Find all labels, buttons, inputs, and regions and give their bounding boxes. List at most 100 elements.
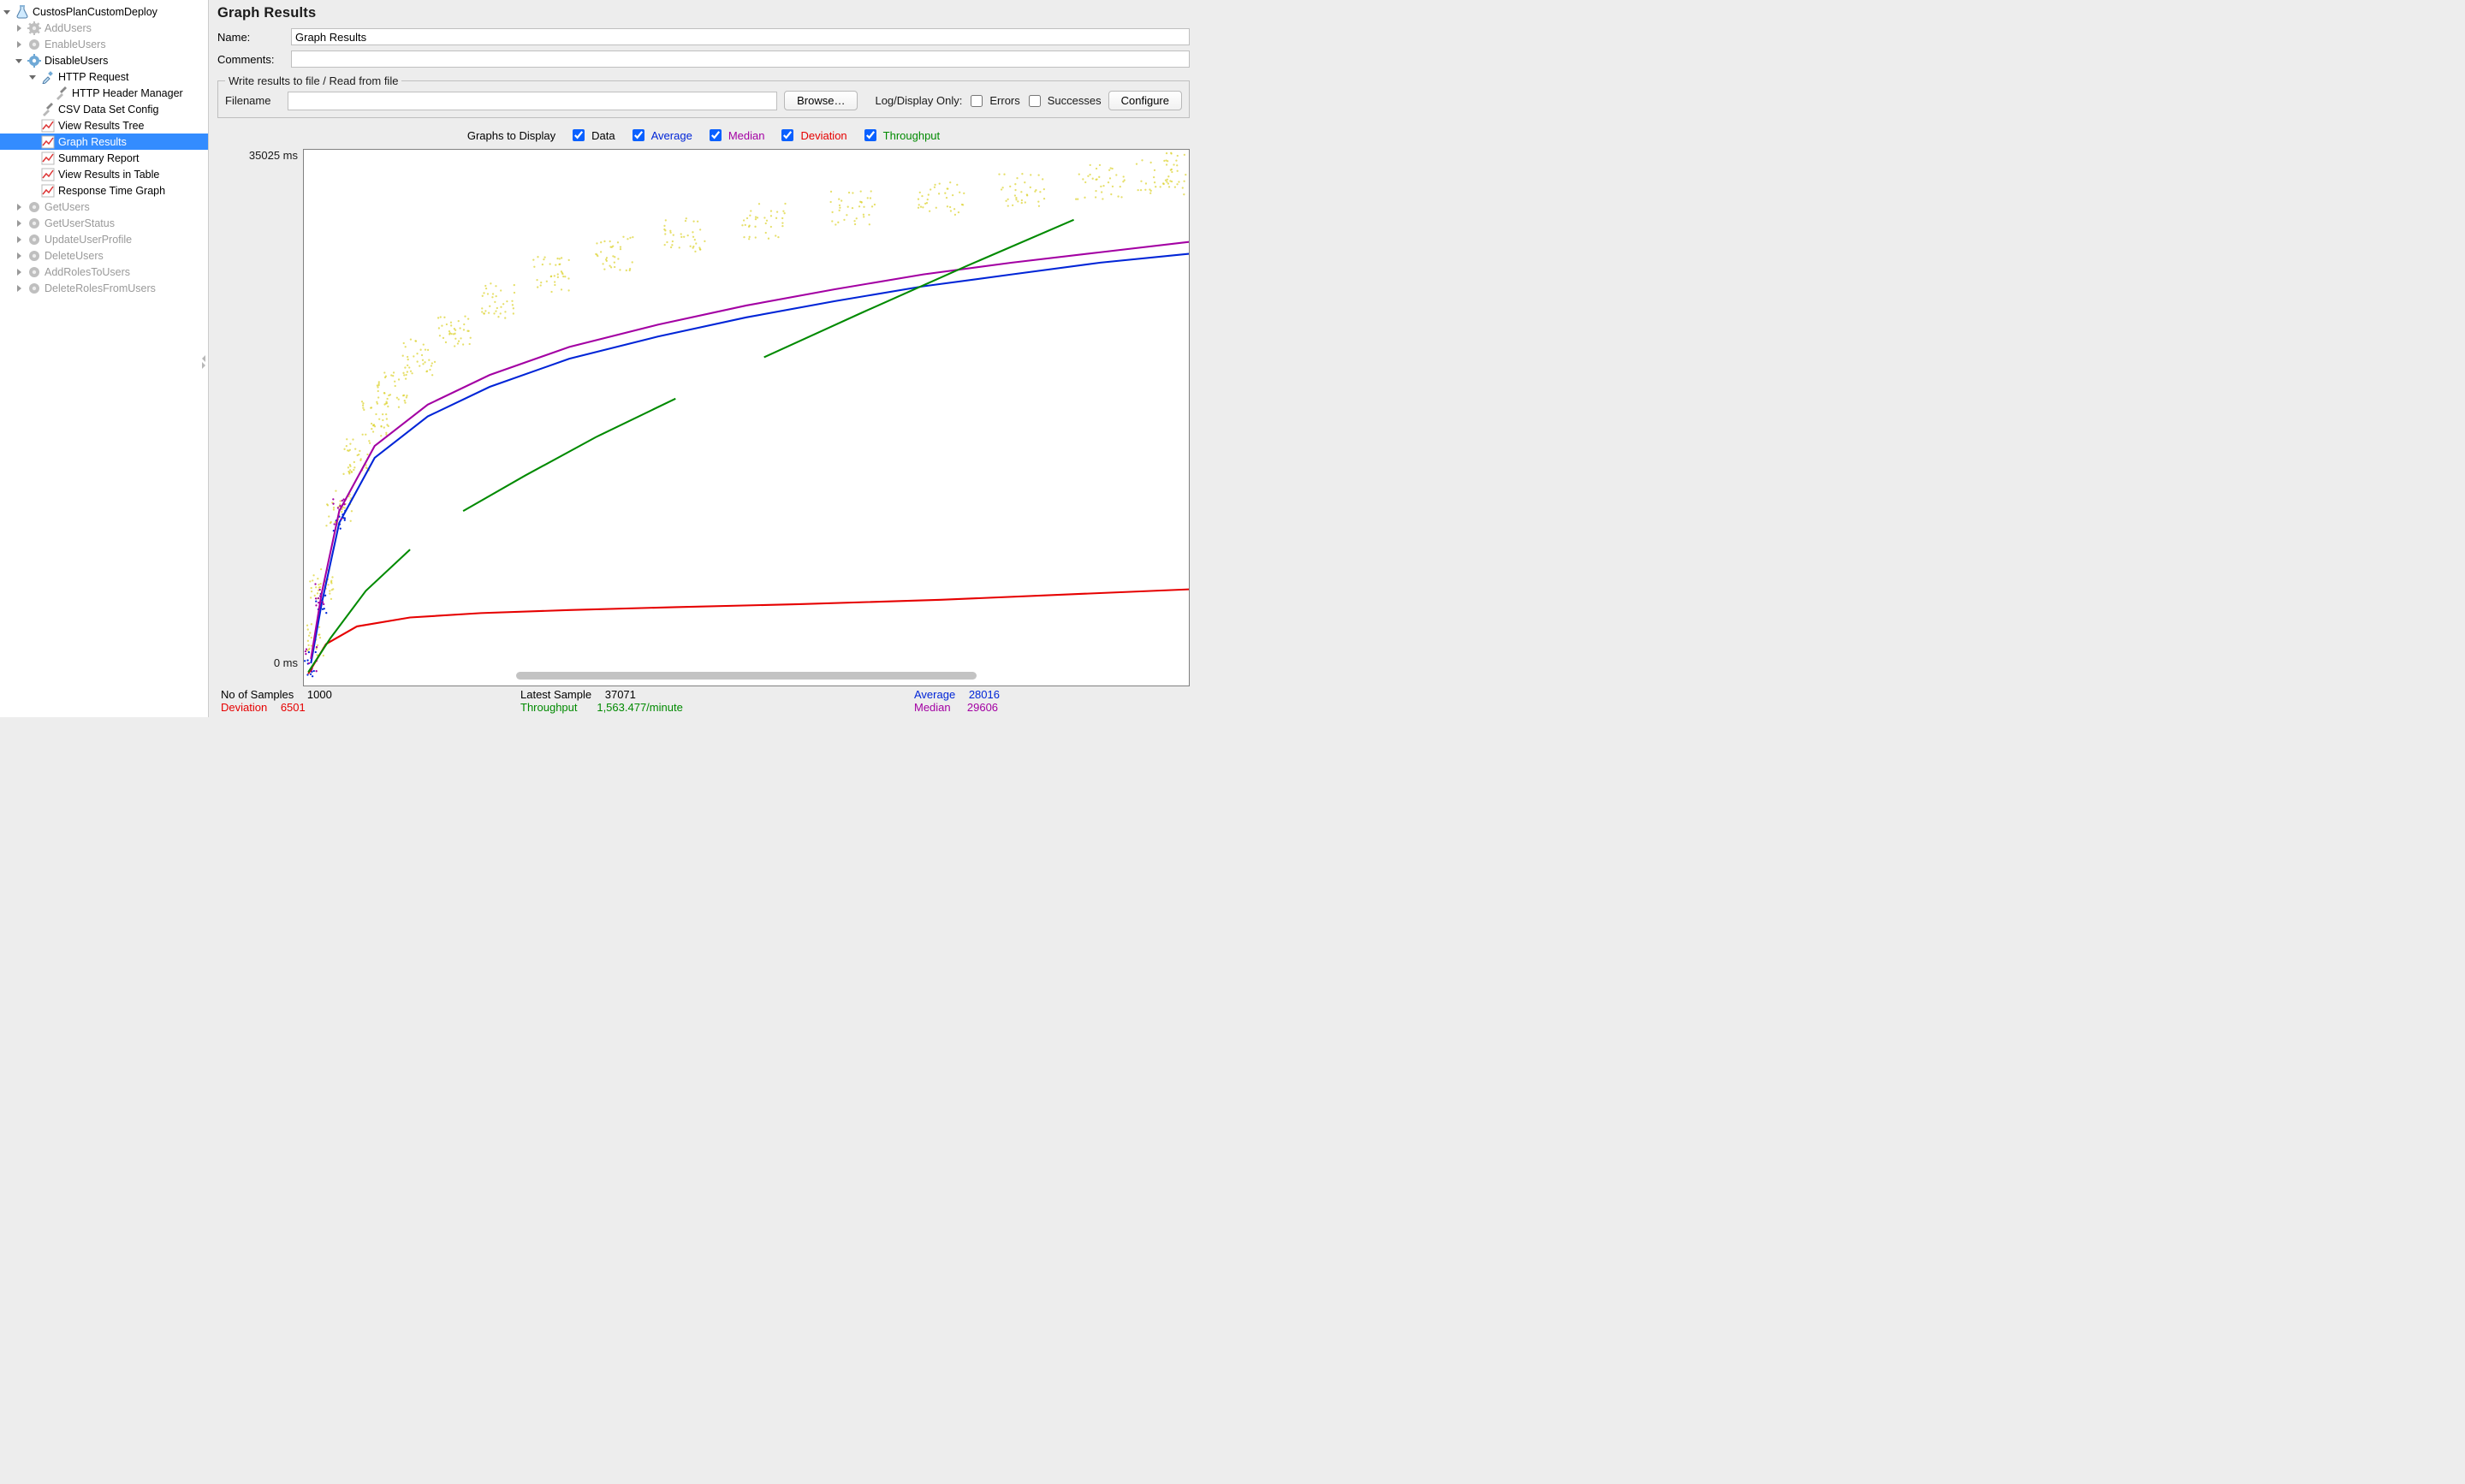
latest-v: 37071 [605, 688, 636, 701]
gear-icon [27, 282, 42, 295]
throughput-v: 1,563.477/minute [597, 701, 682, 714]
comments-label: Comments: [217, 53, 284, 66]
splitter-handle[interactable] [202, 355, 209, 369]
tree-label: View Results in Table [58, 169, 206, 181]
tree-response-time-graph[interactable]: Response Time Graph [0, 182, 208, 199]
tree-disable-users[interactable]: DisableUsers [0, 52, 208, 68]
tree-label: DeleteRolesFromUsers [45, 282, 206, 294]
median-k: Median [914, 701, 951, 714]
tree-graph-results[interactable]: Graph Results [0, 134, 208, 150]
browse-button[interactable]: Browse… [784, 91, 858, 110]
name-input[interactable] [291, 28, 1190, 45]
chart-icon [40, 119, 56, 133]
horizontal-scrollbar[interactable] [304, 672, 1189, 682]
latest-k: Latest Sample [520, 688, 591, 701]
tree-http-header-mgr[interactable]: HTTP Header Manager [0, 85, 208, 101]
chevron-right-icon[interactable] [14, 267, 24, 277]
name-label: Name: [217, 31, 284, 44]
plot-area[interactable] [303, 149, 1190, 686]
tree-update-user-profile[interactable]: UpdateUserProfile [0, 231, 208, 247]
name-row: Name: [217, 28, 1190, 45]
panel-title: Graph Results [217, 5, 1190, 21]
app-root: CustosPlanCustomDeploy AddUsers [0, 0, 1198, 717]
y-axis: 35025 ms 0 ms [217, 149, 303, 686]
tree-label: UpdateUserProfile [45, 234, 206, 246]
chevron-down-icon[interactable] [14, 56, 24, 66]
main-panel: Graph Results Name: Comments: Write resu… [209, 0, 1198, 717]
errors-checkbox[interactable]: Errors [967, 92, 1019, 110]
check-average[interactable]: Average [629, 127, 692, 144]
chevron-right-icon[interactable] [14, 23, 24, 33]
average-v: 28016 [969, 688, 1000, 701]
chart-area: 35025 ms 0 ms [217, 149, 1190, 686]
tree-label: View Results Tree [58, 120, 206, 132]
gear-icon [27, 249, 42, 263]
chevron-right-icon[interactable] [14, 218, 24, 229]
errors-label: Errors [989, 94, 1019, 107]
tree-root[interactable]: CustosPlanCustomDeploy [0, 3, 208, 20]
filename-input[interactable] [288, 92, 777, 110]
tree-label: DeleteUsers [45, 250, 206, 262]
filename-label: Filename [225, 94, 281, 107]
tree-label: DisableUsers [45, 55, 206, 67]
comments-row: Comments: [217, 50, 1190, 68]
logdisp-label: Log/Display Only: [875, 94, 962, 107]
deviation-k: Deviation [221, 701, 267, 714]
gear-icon [27, 265, 42, 279]
tree-view-results-tree[interactable]: View Results Tree [0, 117, 208, 134]
check-data[interactable]: Data [569, 127, 615, 144]
tree-view-results-table[interactable]: View Results in Table [0, 166, 208, 182]
chevron-down-icon[interactable] [2, 7, 12, 17]
fieldset-legend: Write results to file / Read from file [225, 74, 401, 87]
comments-input[interactable] [291, 50, 1190, 68]
gear-icon [27, 54, 42, 68]
gear-icon [27, 233, 42, 246]
chevron-right-icon[interactable] [14, 251, 24, 261]
tree-label: HTTP Request [58, 71, 206, 83]
chart-icon [40, 135, 56, 149]
configure-button[interactable]: Configure [1108, 91, 1182, 110]
average-k: Average [914, 688, 955, 701]
successes-checkbox[interactable]: Successes [1025, 92, 1102, 110]
tree-get-user-status[interactable]: GetUserStatus [0, 215, 208, 231]
log-display-group: Log/Display Only: Errors Successes [864, 92, 1101, 110]
chevron-right-icon[interactable] [14, 39, 24, 50]
tree-label: Graph Results [58, 136, 206, 148]
tree-label: Summary Report [58, 152, 206, 164]
dropper-icon [40, 70, 56, 84]
tree-enable-users[interactable]: EnableUsers [0, 36, 208, 52]
scrollbar-thumb[interactable] [516, 672, 977, 680]
tree-label: AddRolesToUsers [45, 266, 206, 278]
tree-label: GetUserStatus [45, 217, 206, 229]
throughput-k: Throughput [520, 701, 578, 714]
errors-checkbox-input[interactable] [971, 95, 983, 107]
check-median[interactable]: Median [706, 127, 765, 144]
tree-label: CSV Data Set Config [58, 104, 206, 116]
check-throughput[interactable]: Throughput [861, 127, 941, 144]
wrench-icon [40, 103, 56, 116]
tree-csv-config[interactable]: CSV Data Set Config [0, 101, 208, 117]
chevron-right-icon[interactable] [14, 234, 24, 245]
gear-icon [27, 21, 42, 35]
tree-delete-roles[interactable]: DeleteRolesFromUsers [0, 280, 208, 296]
stats-row: No of Samples 1000 Latest Sample 37071 A… [217, 686, 1190, 714]
chevron-right-icon[interactable] [14, 283, 24, 294]
samples-k: No of Samples [221, 688, 294, 701]
tree-root-label: CustosPlanCustomDeploy [33, 6, 206, 18]
successes-checkbox-input[interactable] [1029, 95, 1041, 107]
tree-http-request[interactable]: HTTP Request [0, 68, 208, 85]
chart-icon [40, 151, 56, 165]
graphs-to-display: Graphs to Display Data Average Median De… [217, 123, 1190, 147]
tree-add-users[interactable]: AddUsers [0, 20, 208, 36]
samples-v: 1000 [307, 688, 332, 701]
tree-get-users[interactable]: GetUsers [0, 199, 208, 215]
successes-label: Successes [1048, 94, 1102, 107]
chevron-right-icon[interactable] [14, 202, 24, 212]
check-deviation[interactable]: Deviation [778, 127, 846, 144]
tree-summary-report[interactable]: Summary Report [0, 150, 208, 166]
chevron-down-icon[interactable] [27, 72, 38, 82]
tree-delete-users[interactable]: DeleteUsers [0, 247, 208, 264]
y-min-label: 0 ms [274, 656, 298, 669]
tree-add-roles[interactable]: AddRolesToUsers [0, 264, 208, 280]
test-plan-tree[interactable]: CustosPlanCustomDeploy AddUsers [0, 0, 209, 717]
